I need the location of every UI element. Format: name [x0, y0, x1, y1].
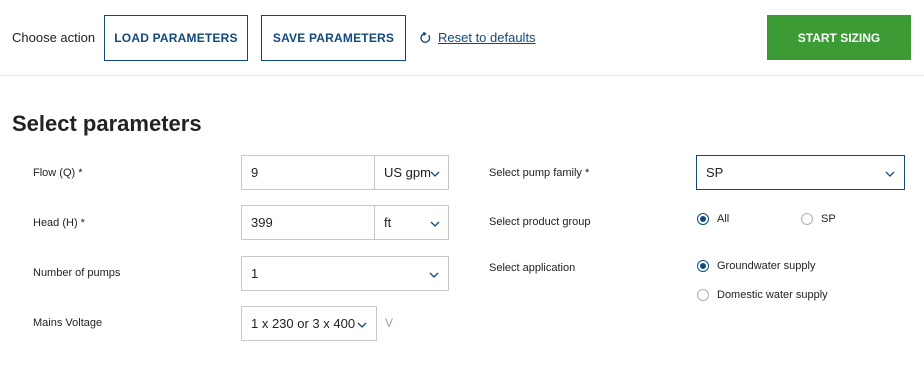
- chevron-down-icon: [430, 167, 440, 182]
- product-group-radio-all[interactable]: All: [697, 213, 729, 225]
- product-group-label: Select product group: [489, 216, 591, 228]
- action-bar: Choose action LOAD PARAMETERS SAVE PARAM…: [0, 0, 924, 76]
- reset-label: Reset to defaults: [438, 30, 536, 45]
- mains-voltage-select[interactable]: 1 x 230 or 3 x 400: [241, 306, 377, 341]
- product-group-radio-sp[interactable]: SP: [801, 213, 836, 225]
- number-of-pumps-value: 1: [251, 266, 259, 281]
- application-radio-domestic[interactable]: Domestic water supply: [697, 289, 828, 301]
- save-parameters-button[interactable]: SAVE PARAMETERS: [261, 15, 406, 61]
- reset-to-defaults-link[interactable]: Reset to defaults: [419, 30, 536, 45]
- radio-unselected-icon: [697, 289, 709, 301]
- mains-voltage-label: Mains Voltage: [33, 317, 103, 329]
- flow-input[interactable]: 9: [241, 155, 375, 190]
- head-input[interactable]: 399: [241, 205, 375, 240]
- number-of-pumps-select[interactable]: 1: [241, 256, 449, 291]
- radio-selected-icon: [697, 260, 709, 272]
- chevron-down-icon: [885, 167, 895, 182]
- head-value: 399: [251, 215, 273, 230]
- pump-family-label: Select pump family *: [489, 167, 590, 179]
- flow-unit-select[interactable]: US gpm: [374, 155, 449, 190]
- flow-unit-value: US gpm: [384, 165, 431, 180]
- radio-label: SP: [821, 213, 836, 225]
- head-unit-select[interactable]: ft: [374, 205, 449, 240]
- chevron-down-icon: [357, 318, 367, 333]
- number-of-pumps-label: Number of pumps: [33, 267, 121, 279]
- voltage-unit: V: [385, 316, 394, 330]
- radio-unselected-icon: [801, 213, 813, 225]
- pump-family-value: SP: [706, 165, 724, 180]
- radio-label: Groundwater supply: [717, 260, 816, 272]
- radio-selected-icon: [697, 213, 709, 225]
- application-label: Select application: [489, 262, 576, 274]
- refresh-icon: [419, 31, 431, 44]
- head-unit-value: ft: [384, 215, 392, 230]
- chevron-down-icon: [429, 268, 439, 283]
- page-title: Select parameters: [12, 111, 202, 136]
- choose-action-label: Choose action: [12, 30, 96, 45]
- start-sizing-button[interactable]: START SIZING: [767, 15, 911, 60]
- application-radio-groundwater[interactable]: Groundwater supply: [697, 260, 815, 272]
- load-parameters-button[interactable]: LOAD PARAMETERS: [104, 15, 248, 61]
- head-label: Head (H) *: [33, 217, 85, 229]
- radio-label: Domestic water supply: [717, 289, 828, 301]
- radio-label: All: [717, 213, 730, 225]
- chevron-down-icon: [430, 217, 440, 232]
- pump-family-select[interactable]: SP: [696, 155, 905, 190]
- flow-value: 9: [251, 165, 259, 180]
- flow-label: Flow (Q) *: [33, 167, 83, 179]
- mains-voltage-value: 1 x 230 or 3 x 400: [251, 316, 356, 331]
